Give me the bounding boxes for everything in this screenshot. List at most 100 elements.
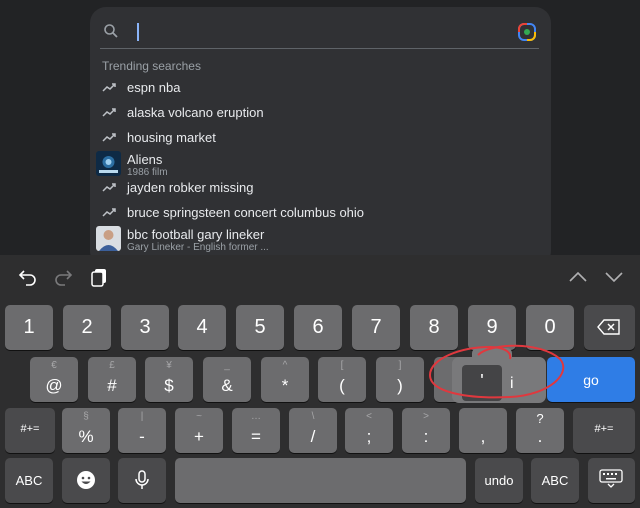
suggestion-item[interactable]: bruce springsteen concert columbus ohio (90, 200, 551, 225)
key-label: ABC (541, 473, 569, 488)
key-1[interactable]: 1 (5, 305, 53, 350)
clipboard-icon[interactable] (89, 267, 109, 287)
suggestion-item[interactable]: bbc football gary lineker Gary Lineker -… (90, 225, 551, 253)
key-label: #+= (20, 423, 40, 435)
dismiss-keyboard-key[interactable] (588, 458, 635, 503)
key-0[interactable]: 0 (526, 305, 574, 350)
suggestion-item[interactable]: housing market (90, 125, 551, 150)
trending-icon (102, 133, 116, 142)
key-label: - (139, 427, 145, 446)
key-3[interactable]: 3 (121, 305, 169, 350)
suggestion-subtitle: Gary Lineker - English former ... (127, 242, 269, 253)
undo-key[interactable]: undo (475, 458, 523, 503)
suggestion-item[interactable]: espn nba (90, 75, 551, 100)
key-label: 7 (370, 316, 382, 338)
key-alt-label: | (140, 411, 144, 422)
abc-key-left[interactable]: ABC (5, 458, 53, 503)
key-close-paren[interactable]: ]) (376, 357, 424, 402)
suggestion-item[interactable]: jayden robker missing (90, 175, 551, 200)
key-alt-label: … (251, 411, 261, 422)
key-label: 6 (312, 316, 324, 338)
key-label: undo (484, 473, 514, 488)
chevron-down-icon[interactable] (604, 267, 624, 287)
key-label: % (78, 427, 94, 446)
key-label: 5 (254, 316, 266, 338)
key-equals[interactable]: … = (232, 408, 280, 453)
key-label: 0 (544, 316, 556, 338)
space-bar[interactable] (175, 458, 466, 503)
key-alt-label: ? (536, 411, 544, 426)
key-ampersand[interactable]: _ & (203, 357, 251, 402)
key-5[interactable]: 5 (236, 305, 284, 350)
suggestion-text: housing market (127, 130, 216, 145)
key-comma[interactable]: , (459, 408, 507, 453)
key-6[interactable]: 6 (294, 305, 342, 350)
key-label: , (480, 427, 486, 446)
emoji-key[interactable] (62, 458, 110, 503)
suggestion-list: espn nba alaska volcano eruption housing… (90, 75, 551, 253)
go-label: go (583, 372, 599, 388)
suggestion-title: bbc football gary lineker (127, 227, 265, 242)
key-7[interactable]: 7 (352, 305, 400, 350)
key-label: 8 (428, 316, 440, 338)
search-suggestions-panel: Trending searches espn nba alaska volcan… (90, 7, 551, 267)
popup-option-apostrophe[interactable]: ' (462, 365, 502, 401)
chevron-up-icon[interactable] (568, 267, 588, 287)
key-open-paren[interactable]: [( (318, 357, 366, 402)
search-input[interactable] (142, 19, 502, 45)
key-label: 2 (81, 316, 93, 338)
key-colon[interactable]: >: (402, 408, 450, 453)
key-asterisk[interactable]: ^ * (261, 357, 309, 402)
key-label: #+= (594, 423, 614, 435)
key-8[interactable]: 8 (410, 305, 458, 350)
key-label: . (537, 427, 543, 446)
delete-key[interactable] (584, 305, 635, 350)
key-at[interactable]: € @ (30, 357, 78, 402)
suggestion-item[interactable]: Aliens 1986 film (90, 150, 551, 178)
key-percent[interactable]: §% (62, 408, 110, 453)
key-semicolon[interactable]: <; (345, 408, 393, 453)
popup-option-i[interactable]: i (510, 375, 514, 393)
redo-icon[interactable] (53, 267, 73, 287)
symbols-key-right[interactable]: #+= (573, 408, 635, 453)
key-alt-label: ¥ (166, 360, 172, 371)
onscreen-keyboard: 1 2 3 4 5 6 7 8 9 0 € @ £ # ¥ $ _ & ^ * [( ])… (0, 255, 640, 508)
key-slash[interactable]: \ / (289, 408, 337, 453)
trending-icon (102, 108, 116, 117)
key-2[interactable]: 2 (63, 305, 111, 350)
symbols-key-left[interactable]: #+= (5, 408, 55, 453)
key-alt-label: § (83, 411, 89, 422)
text-caret (137, 23, 139, 41)
key-period[interactable]: ?. (516, 408, 564, 453)
key-label: ( (339, 376, 345, 395)
key-label: ) (397, 376, 403, 395)
suggestion-item[interactable]: alaska volcano eruption (90, 100, 551, 125)
key-alt-label: < (366, 411, 372, 422)
key-plus[interactable]: ~ + (175, 408, 223, 453)
key-label: ; (366, 427, 372, 446)
key-9[interactable]: 9 (468, 305, 516, 350)
key-label: 4 (196, 316, 208, 338)
key-alt-label: € (51, 360, 57, 371)
google-lens-icon[interactable] (517, 22, 537, 42)
trending-icon (102, 208, 116, 217)
dictation-key[interactable] (118, 458, 166, 503)
key-label: * (281, 376, 289, 395)
key-alt-label: [ (340, 360, 344, 371)
key-label: & (221, 376, 233, 395)
key-label: 3 (139, 316, 151, 338)
key-label: $ (164, 376, 174, 395)
key-4[interactable]: 4 (178, 305, 226, 350)
aliens-poster-thumbnail (96, 151, 121, 176)
search-bar[interactable] (100, 15, 539, 49)
abc-key-right[interactable]: ABC (531, 458, 579, 503)
key-label: = (251, 427, 261, 446)
key-hash[interactable]: £ # (88, 357, 136, 402)
undo-icon[interactable] (18, 267, 38, 287)
key-minus[interactable]: | - (118, 408, 166, 453)
key-dollar[interactable]: ¥ $ (145, 357, 193, 402)
go-button[interactable]: go (547, 357, 635, 402)
trending-icon (102, 83, 116, 92)
key-label: 9 (486, 316, 498, 338)
trending-searches-label: Trending searches (102, 59, 201, 73)
